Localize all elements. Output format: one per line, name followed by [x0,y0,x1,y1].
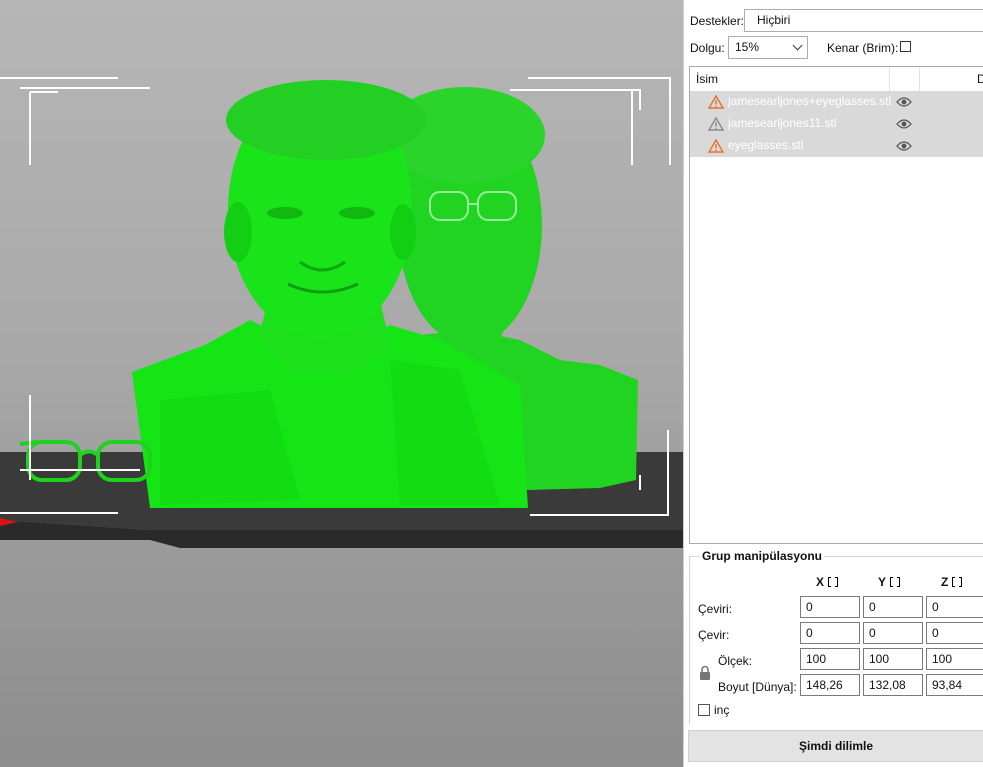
rotate-z-field[interactable]: 0 [926,622,983,644]
object-name: jamesearljones+eyeglasses.stl [728,94,892,108]
list-item[interactable]: jamesearljones+eyeglasses.stl [690,91,983,113]
axis-y-text: Y [878,575,887,589]
settings-panel: Destekler: Hiçbiri Dolgu: 15% Kenar (Bri… [683,0,983,767]
visibility-eye-icon[interactable] [896,140,912,152]
list-item[interactable]: jamesearljones11.stl [690,113,983,135]
visibility-eye-icon[interactable] [896,118,912,130]
inch-label: inç [714,703,730,717]
object-list-header: İsim D [690,67,983,92]
scale-x-field[interactable]: 100 [800,648,860,670]
size-z-field[interactable]: 93,84 [926,674,983,696]
size-world-label: Boyut [Dünya]: [718,680,797,694]
scene [0,77,683,548]
supports-value: Hiçbiri [757,13,791,27]
scale-y-field[interactable]: 100 [863,648,923,670]
scale-label: Ölçek: [718,654,753,668]
axis-icon [890,574,901,590]
column-name-header[interactable]: İsim [696,67,718,91]
translate-x-field[interactable]: 0 [800,596,860,618]
supports-label: Destekler: [690,14,745,28]
warning-icon [708,95,724,109]
translate-y-field[interactable]: 0 [863,596,923,618]
infill-value: 15% [735,40,760,54]
column-divider [889,67,890,91]
axis-z-text: Z [941,575,949,589]
scale-z-field[interactable]: 100 [926,648,983,670]
axis-icon [952,574,963,590]
column-divider [919,67,920,91]
visibility-eye-icon[interactable] [896,96,912,108]
axis-x-label: X [816,574,839,590]
warning-icon [708,139,724,153]
lock-icon[interactable] [699,665,711,681]
brim-checkbox[interactable] [900,41,911,52]
3d-viewport[interactable] [0,0,683,767]
size-x-field[interactable]: 148,26 [800,674,860,696]
rotate-x-field[interactable]: 0 [800,622,860,644]
inch-checkbox[interactable] [698,704,710,716]
slice-now-button[interactable]: Şimdi dilimle [688,730,983,762]
object-list[interactable]: İsim D jamesearljones+eyeglasses.stl jam… [689,66,983,544]
axis-x-text: X [816,575,825,589]
rotate-y-field[interactable]: 0 [863,622,923,644]
axis-y-label: Y [878,574,901,590]
axis-icon [828,574,839,590]
object-name: eyeglasses.stl [728,138,804,152]
group-manipulation-box: Grup manipülasyonu X Y Z Çeviri: 0 0 0 Ç… [689,549,983,724]
brim-label: Kenar (Brim): [827,41,899,55]
column-d-header[interactable]: D [977,67,983,91]
chevron-down-icon [792,40,803,51]
infill-label: Dolgu: [690,41,725,55]
warning-icon [708,117,724,131]
axis-z-label: Z [941,574,963,590]
translate-label: Çeviri: [698,602,733,616]
object-name: jamesearljones11.stl [728,116,837,130]
list-item[interactable]: eyeglasses.stl [690,135,983,157]
supports-dropdown[interactable]: Hiçbiri [744,9,983,32]
group-manipulation-title: Grup manipülasyonu [700,549,825,563]
size-y-field[interactable]: 132,08 [863,674,923,696]
translate-z-field[interactable]: 0 [926,596,983,618]
infill-dropdown[interactable]: 15% [728,36,808,59]
rotate-label: Çevir: [698,628,730,642]
